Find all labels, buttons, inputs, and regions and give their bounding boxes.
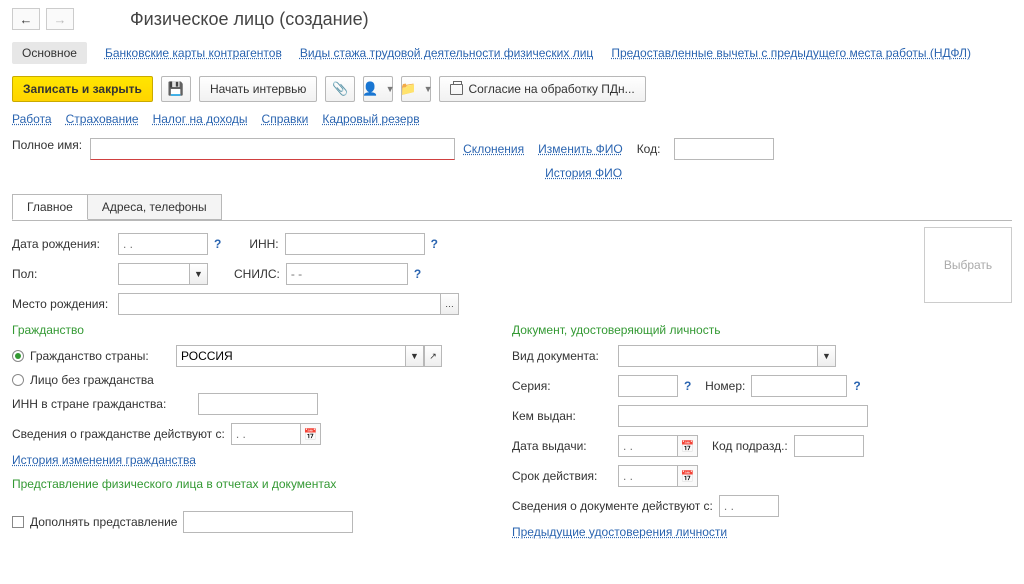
citizenship-history-link[interactable]: История изменения гражданства [12, 453, 196, 467]
country-label: Гражданство страны: [30, 349, 170, 363]
more-button[interactable]: … [441, 293, 459, 315]
open-button[interactable]: ↗ [424, 345, 442, 367]
document-legend: Документ, удостоверяющий личность [512, 323, 1012, 337]
dropdown-button[interactable]: ▼ [818, 345, 836, 367]
sublink-reserve[interactable]: Кадровый резерв [322, 112, 419, 126]
attach-button[interactable]: 📎 [325, 76, 355, 102]
nav-tab-experience[interactable]: Виды стажа трудовой деятельности физичес… [300, 46, 593, 60]
folder-dropdown-button[interactable]: 📁▼ [401, 76, 431, 102]
no-country-radio[interactable] [12, 374, 24, 386]
code-label: Код: [637, 142, 661, 156]
paperclip-icon: 📎 [332, 81, 348, 97]
declensions-link[interactable]: Склонения [463, 142, 524, 156]
dropdown-button[interactable]: ▼ [190, 263, 208, 285]
snils-label: СНИЛС: [234, 267, 280, 281]
inn-country-input[interactable] [198, 393, 318, 415]
gender-label: Пол: [12, 267, 112, 281]
consent-button[interactable]: Согласие на обработку ПДн... [439, 76, 645, 102]
issued-label: Кем выдан: [512, 409, 612, 423]
doc-info-date-input[interactable] [719, 495, 779, 517]
tab-main[interactable]: Главное [12, 194, 88, 220]
nav-tab-main[interactable]: Основное [12, 42, 87, 64]
save-button[interactable]: 💾 [161, 76, 191, 102]
calendar-icon[interactable]: 📅 [301, 423, 321, 445]
gender-input[interactable] [118, 263, 190, 285]
floppy-icon: 💾 [168, 81, 184, 97]
help-icon[interactable]: ? [414, 267, 421, 281]
inn-label: ИНН: [249, 237, 278, 251]
birthdate-input[interactable] [118, 233, 208, 255]
fio-history-link[interactable]: История ФИО [545, 166, 774, 180]
save-and-close-button[interactable]: Записать и закрыть [12, 76, 153, 102]
cit-info-label: Сведения о гражданстве действуют с: [12, 427, 225, 441]
print-icon [450, 84, 463, 95]
no-country-label: Лицо без гражданства [30, 373, 154, 387]
snils-input[interactable] [286, 263, 408, 285]
div-code-label: Код подразд.: [712, 439, 788, 453]
valid-date-input[interactable] [618, 465, 678, 487]
number-input[interactable] [751, 375, 847, 397]
country-input[interactable] [176, 345, 406, 367]
citizenship-legend: Гражданство [12, 323, 482, 337]
inn-input[interactable] [285, 233, 425, 255]
sublink-insurance[interactable]: Страхование [66, 112, 139, 126]
cit-date-input[interactable] [231, 423, 301, 445]
tab-contacts[interactable]: Адреса, телефоны [87, 194, 222, 220]
country-radio[interactable] [12, 350, 24, 362]
chevron-down-icon: ▼ [424, 84, 433, 94]
sublink-job[interactable]: Работа [12, 112, 52, 126]
person-dropdown-button[interactable]: 👤▼ [363, 76, 393, 102]
start-interview-button[interactable]: Начать интервью [199, 76, 318, 102]
change-fio-link[interactable]: Изменить ФИО [538, 142, 623, 156]
doc-info-label: Сведения о документе действуют с: [512, 499, 713, 513]
sublink-refs[interactable]: Справки [262, 112, 309, 126]
nav-back-button[interactable]: ← [12, 8, 40, 30]
page-title: Физическое лицо (создание) [130, 9, 369, 30]
help-icon[interactable]: ? [431, 237, 438, 251]
help-icon[interactable]: ? [853, 379, 860, 393]
code-input[interactable] [674, 138, 774, 160]
help-icon[interactable]: ? [684, 379, 691, 393]
nav-forward-button[interactable]: → [46, 8, 74, 30]
inn-country-label: ИНН в стране гражданства: [12, 397, 192, 411]
doc-type-label: Вид документа: [512, 349, 612, 363]
issue-date-label: Дата выдачи: [512, 439, 612, 453]
help-icon[interactable]: ? [214, 237, 221, 251]
calendar-icon[interactable]: 📅 [678, 465, 698, 487]
fullname-label: Полное имя: [12, 138, 82, 152]
fullname-input[interactable] [90, 138, 455, 160]
valid-label: Срок действия: [512, 469, 612, 483]
representation-legend: Представление физического лица в отчетах… [12, 477, 482, 491]
nav-tab-bank-cards[interactable]: Банковские карты контрагентов [105, 46, 282, 60]
issue-date-input[interactable] [618, 435, 678, 457]
nav-tab-deductions[interactable]: Предоставленные вычеты с предыдущего мес… [611, 46, 971, 60]
photo-select-button[interactable]: Выбрать [924, 227, 1012, 303]
chevron-down-icon: ▼ [386, 84, 395, 94]
issued-input[interactable] [618, 405, 868, 427]
series-input[interactable] [618, 375, 678, 397]
number-label: Номер: [697, 379, 745, 393]
supplement-label: Дополнять представление [30, 515, 177, 529]
folder-icon: 📁 [400, 81, 416, 97]
supplement-checkbox[interactable] [12, 516, 24, 528]
birthdate-label: Дата рождения: [12, 237, 112, 251]
person-icon: 👤 [362, 81, 378, 97]
sublink-tax[interactable]: Налог на доходы [153, 112, 248, 126]
prev-docs-link[interactable]: Предыдущие удостоверения личности [512, 525, 727, 539]
birthplace-label: Место рождения: [12, 297, 112, 311]
birthplace-input[interactable] [118, 293, 441, 315]
dropdown-button[interactable]: ▼ [406, 345, 424, 367]
calendar-icon[interactable]: 📅 [678, 435, 698, 457]
supplement-input[interactable] [183, 511, 353, 533]
doc-type-input[interactable] [618, 345, 818, 367]
div-code-input[interactable] [794, 435, 864, 457]
series-label: Серия: [512, 379, 612, 393]
